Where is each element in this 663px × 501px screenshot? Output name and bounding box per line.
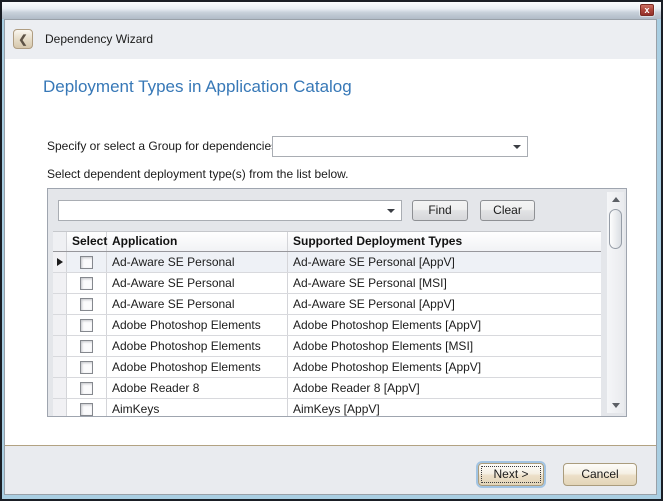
table-row[interactable]: Ad-Aware SE Personal Ad-Aware SE Persona… — [53, 294, 601, 315]
row-deployment-types-cell: Ad-Aware SE Personal [AppV] — [288, 294, 601, 314]
row-checkbox[interactable] — [80, 361, 93, 374]
table-row[interactable]: AimKeys AimKeys [AppV] — [53, 399, 601, 416]
row-checkbox[interactable] — [80, 403, 93, 416]
window-body: ❮ Dependency Wizard Deployment Types in … — [4, 19, 657, 495]
row-application-cell: Ad-Aware SE Personal — [107, 252, 288, 272]
row-indicator-cell — [53, 336, 67, 356]
list-label: Select dependent deployment type(s) from… — [47, 166, 349, 182]
row-indicator-cell — [53, 294, 67, 314]
footer: Next > Cancel — [5, 446, 656, 494]
row-select-cell — [67, 357, 107, 377]
table-row[interactable]: Ad-Aware SE Personal Ad-Aware SE Persona… — [53, 273, 601, 294]
row-application-cell: Ad-Aware SE Personal — [107, 294, 288, 314]
row-deployment-types-cell: Adobe Photoshop Elements [MSI] — [288, 336, 601, 356]
row-indicator-cell — [53, 273, 67, 293]
row-indicator-cell — [53, 399, 67, 416]
group-combobox[interactable] — [272, 136, 528, 157]
row-application-cell: Ad-Aware SE Personal — [107, 273, 288, 293]
group-label: Specify or select a Group for dependenci… — [47, 136, 277, 157]
row-select-cell — [67, 336, 107, 356]
column-header-application[interactable]: Application — [107, 232, 288, 251]
wizard-title: Dependency Wizard — [45, 20, 153, 59]
current-row-arrow-icon — [57, 258, 63, 266]
deployment-type-panel: Find Clear Select Application Supported … — [47, 188, 627, 417]
deployment-types-table: Select Application Supported Deployment … — [53, 231, 601, 416]
row-checkbox[interactable] — [80, 298, 93, 311]
row-checkbox[interactable] — [80, 382, 93, 395]
wizard-header: ❮ Dependency Wizard — [5, 20, 656, 59]
row-select-cell — [67, 273, 107, 293]
search-combobox[interactable] — [58, 200, 402, 221]
row-deployment-types-cell: Adobe Photoshop Elements [AppV] — [288, 357, 601, 377]
row-application-cell: AimKeys — [107, 399, 288, 416]
table-body: Ad-Aware SE Personal Ad-Aware SE Persona… — [53, 252, 601, 416]
column-header-deployment-types[interactable]: Supported Deployment Types — [288, 232, 601, 251]
row-application-cell: Adobe Photoshop Elements — [107, 315, 288, 335]
close-icon[interactable]: x — [640, 4, 654, 16]
row-application-cell: Adobe Photoshop Elements — [107, 336, 288, 356]
row-indicator-cell — [53, 378, 67, 398]
row-deployment-types-cell: Ad-Aware SE Personal [AppV] — [288, 252, 601, 272]
triangle-down-icon — [612, 403, 620, 408]
row-select-cell — [67, 399, 107, 416]
row-indicator-header — [53, 232, 67, 251]
clear-button[interactable]: Clear — [480, 200, 535, 221]
page-title: Deployment Types in Application Catalog — [43, 77, 352, 97]
column-header-select[interactable]: Select — [67, 232, 107, 251]
scrollbar-thumb[interactable] — [609, 209, 622, 249]
row-checkbox[interactable] — [80, 277, 93, 290]
search-combobox-value — [63, 201, 383, 220]
row-deployment-types-cell: Adobe Reader 8 [AppV] — [288, 378, 601, 398]
row-indicator-cell — [53, 315, 67, 335]
titlebar[interactable]: x — [2, 2, 661, 19]
row-checkbox[interactable] — [80, 256, 93, 269]
next-button[interactable]: Next > — [478, 463, 544, 486]
row-deployment-types-cell: AimKeys [AppV] — [288, 399, 601, 416]
row-select-cell — [67, 252, 107, 272]
row-indicator-cell — [53, 357, 67, 377]
table-row[interactable]: Adobe Photoshop Elements Adobe Photoshop… — [53, 357, 601, 378]
back-button[interactable]: ❮ — [13, 29, 33, 49]
table-header-row: Select Application Supported Deployment … — [53, 231, 601, 252]
back-arrow-icon: ❮ — [18, 33, 27, 46]
row-indicator-cell — [53, 252, 67, 272]
cancel-button[interactable]: Cancel — [563, 463, 637, 486]
table-row[interactable]: Adobe Reader 8 Adobe Reader 8 [AppV] — [53, 378, 601, 399]
row-application-cell: Adobe Photoshop Elements — [107, 357, 288, 377]
chevron-down-icon[interactable] — [387, 209, 395, 213]
scroll-up-button[interactable] — [607, 192, 624, 207]
table-row[interactable]: Adobe Photoshop Elements Adobe Photoshop… — [53, 336, 601, 357]
row-select-cell — [67, 315, 107, 335]
row-select-cell — [67, 294, 107, 314]
chevron-down-icon[interactable] — [513, 145, 521, 149]
vertical-scrollbar[interactable] — [607, 192, 624, 413]
row-application-cell: Adobe Reader 8 — [107, 378, 288, 398]
find-button[interactable]: Find — [412, 200, 468, 221]
group-combobox-value — [277, 137, 509, 156]
row-select-cell — [67, 378, 107, 398]
table-row[interactable]: Ad-Aware SE Personal Ad-Aware SE Persona… — [53, 252, 601, 273]
row-deployment-types-cell: Ad-Aware SE Personal [MSI] — [288, 273, 601, 293]
dependency-wizard-window: x ❮ Dependency Wizard Deployment Types i… — [0, 0, 663, 501]
row-checkbox[interactable] — [80, 319, 93, 332]
row-checkbox[interactable] — [80, 340, 93, 353]
scroll-down-button[interactable] — [607, 398, 624, 413]
table-row[interactable]: Adobe Photoshop Elements Adobe Photoshop… — [53, 315, 601, 336]
triangle-up-icon — [612, 197, 620, 202]
row-deployment-types-cell: Adobe Photoshop Elements [AppV] — [288, 315, 601, 335]
